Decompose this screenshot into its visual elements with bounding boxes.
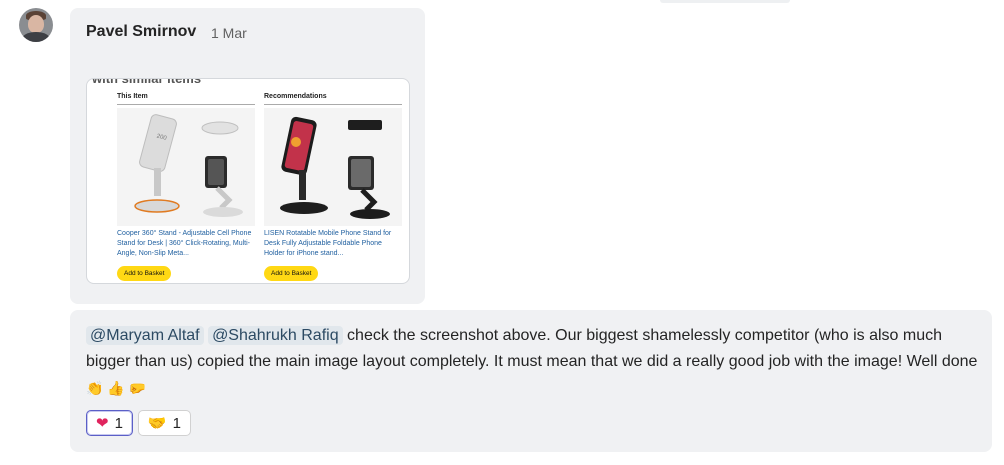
avatar[interactable] bbox=[19, 8, 53, 42]
message-bubble-2: @Maryam Altaf @Shahrukh Rafiq check the … bbox=[70, 310, 992, 452]
add-to-basket-button: Add to Basket bbox=[264, 266, 319, 281]
handshake-icon: 🤝 bbox=[147, 415, 167, 432]
reaction-count: 1 bbox=[172, 414, 181, 432]
emoji-clap-thumbsup-fist: 👏 👍 🤛 bbox=[86, 380, 147, 396]
message-text: @Maryam Altaf @Shahrukh Rafiq check the … bbox=[86, 323, 986, 402]
add-to-basket-button: Add to Basket bbox=[117, 266, 172, 281]
product-image-cooper-stand: 200 bbox=[117, 108, 255, 226]
screenshot-heading: with similar items bbox=[92, 78, 202, 86]
reaction-count: 1 bbox=[114, 414, 123, 432]
recommendations-column: Recommendations LISEN Rotatable Mobile P… bbox=[264, 93, 402, 281]
mention-maryam-altaf[interactable]: @Maryam Altaf bbox=[86, 326, 204, 345]
this-item-column: This Item 200 Cooper 360° Stand - Adjust… bbox=[117, 93, 255, 281]
top-edge-shadow bbox=[660, 0, 790, 3]
heart-icon: ❤ bbox=[96, 415, 109, 432]
reactions-bar: ❤ 1 🤝 1 bbox=[86, 410, 191, 436]
recommendations-title: Recommendations bbox=[264, 93, 402, 105]
reaction-handshake[interactable]: 🤝 1 bbox=[137, 410, 191, 436]
author-name[interactable]: Pavel Smirnov bbox=[86, 23, 196, 41]
message-date: 1 Mar bbox=[211, 25, 247, 41]
message-bubble-1: Pavel Smirnov 1 Mar with similar items T… bbox=[70, 8, 425, 304]
product-image-lisen-stand bbox=[264, 108, 402, 226]
attached-screenshot[interactable]: with similar items This Item 200 Cooper … bbox=[86, 78, 410, 284]
this-item-title: This Item bbox=[117, 93, 255, 105]
reaction-heart[interactable]: ❤ 1 bbox=[86, 410, 133, 436]
this-item-description: Cooper 360° Stand - Adjustable Cell Phon… bbox=[117, 230, 252, 257]
mention-shahrukh-rafiq[interactable]: @Shahrukh Rafiq bbox=[208, 326, 343, 345]
recommendation-description: LISEN Rotatable Mobile Phone Stand for D… bbox=[264, 230, 392, 257]
